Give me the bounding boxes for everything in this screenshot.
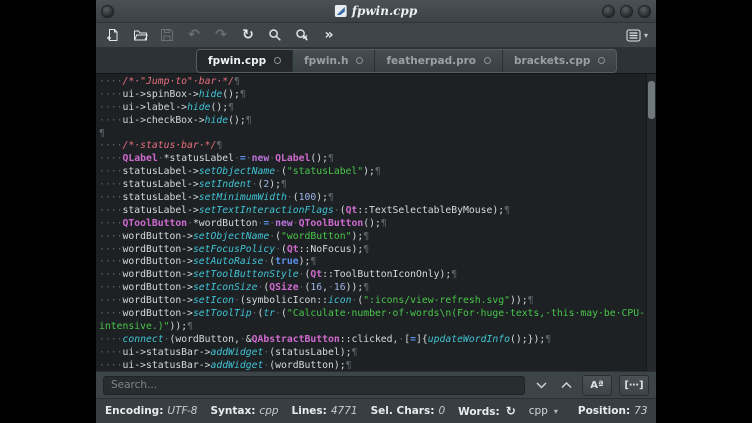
undo-icon[interactable]: ↶ bbox=[185, 26, 203, 44]
chevron-down-icon bbox=[536, 382, 547, 389]
search-icon[interactable] bbox=[266, 26, 284, 44]
tab-close-icon[interactable] bbox=[484, 57, 491, 64]
tab-label: featherpad.pro bbox=[386, 55, 476, 67]
code-line: ····wordButton->setIconSize·(QSize·(16,·… bbox=[99, 282, 646, 295]
tab-fpwin.h[interactable]: fpwin.h bbox=[293, 50, 375, 72]
status-value: 4771 bbox=[331, 405, 358, 417]
menu-dropdown-arrow-icon: ▾ bbox=[644, 31, 648, 40]
search-input[interactable] bbox=[103, 376, 525, 395]
code-line: ····ui->statusBar->addWidget·(wordButton… bbox=[99, 360, 646, 371]
scrollbar-thumb[interactable] bbox=[648, 81, 655, 119]
chevron-up-icon bbox=[561, 382, 572, 389]
code-line: ····statusLabel->setObjectName·("statusL… bbox=[99, 166, 646, 179]
whole-words-button[interactable]: [⋯] bbox=[619, 375, 649, 396]
position-value: 73 bbox=[634, 405, 647, 417]
window-title: fpwin.cpp bbox=[335, 0, 417, 22]
code-line: intensive.)"));¶ bbox=[99, 321, 646, 334]
toolbar: ↶ ↷ ↻ » ▾ bbox=[96, 23, 656, 47]
status-item: Sel. Chars:0 bbox=[371, 405, 446, 417]
featherpad-window: fpwin.cpp ↶ ↷ ↻ bbox=[96, 0, 656, 423]
status-value: cpp bbox=[259, 405, 278, 417]
status-bar: Encoding: UTF-8 Syntax: cpp Lines: 4771 Sel. C… bbox=[96, 398, 656, 423]
status-label: Encoding: bbox=[105, 405, 163, 417]
overflow-chevron-icon[interactable]: » bbox=[320, 26, 338, 44]
find-previous-button[interactable] bbox=[557, 377, 575, 393]
code-line: ····connect·(wordButton,·&QAbstractButto… bbox=[99, 334, 646, 347]
menu-button[interactable]: ▾ bbox=[626, 29, 648, 42]
status-label: Syntax: bbox=[210, 405, 255, 417]
status-item: Words: ↻ bbox=[458, 404, 516, 418]
close-button[interactable] bbox=[638, 5, 651, 18]
code-line: ····ui->statusBar->addWidget·(statusLabe… bbox=[99, 347, 646, 360]
status-item: Syntax: cpp bbox=[210, 405, 278, 417]
tab-label: brackets.cpp bbox=[514, 55, 590, 67]
code-line: ····wordButton->setObjectName·("wordButt… bbox=[99, 231, 646, 244]
code-line: ····ui->spinBox->hide();¶ bbox=[99, 89, 646, 102]
code-line: ····ui->checkBox->hide();¶ bbox=[99, 115, 646, 128]
match-case-button[interactable]: Aª bbox=[582, 375, 612, 396]
code-content[interactable]: ····/*·"Jump·to"·bar·*/¶····ui->spinBox-… bbox=[99, 76, 646, 371]
syntax-dropdown[interactable]: cpp ▾ bbox=[529, 405, 558, 417]
word-count-refresh-icon[interactable]: ↻ bbox=[506, 404, 516, 418]
maximize-button[interactable] bbox=[620, 5, 633, 18]
tab-featherpad.pro[interactable]: featherpad.pro bbox=[375, 50, 503, 72]
code-editor[interactable]: ····/*·"Jump·to"·bar·*/¶····ui->spinBox-… bbox=[96, 73, 656, 371]
minimize-button[interactable] bbox=[602, 5, 615, 18]
window-menu-button[interactable] bbox=[101, 5, 114, 18]
tab-close-icon[interactable] bbox=[356, 57, 363, 64]
status-value: 0 bbox=[438, 405, 445, 417]
tab-brackets.cpp[interactable]: brackets.cpp bbox=[503, 50, 616, 72]
titlebar: fpwin.cpp bbox=[96, 0, 656, 23]
status-label: Words: bbox=[458, 406, 500, 418]
dropdown-arrow-icon: ▾ bbox=[554, 407, 558, 416]
code-line: ····QLabel·*statusLabel·=·new·QLabel();¶ bbox=[99, 153, 646, 166]
open-file-icon[interactable] bbox=[131, 26, 149, 44]
tab-close-icon[interactable] bbox=[274, 57, 281, 64]
window-title-text: fpwin.cpp bbox=[352, 4, 417, 18]
position-indicator: Position: 73 bbox=[578, 405, 648, 417]
menu-icon bbox=[626, 29, 641, 42]
tab-close-icon[interactable] bbox=[598, 57, 605, 64]
code-line: ····wordButton->setToolButtonStyle·(Qt::… bbox=[99, 269, 646, 282]
tab-bar: fpwin.cpp fpwin.h featherpad.pro brackets.c… bbox=[96, 47, 656, 73]
redo-icon[interactable]: ↷ bbox=[212, 26, 230, 44]
code-line: ····wordButton->setAutoRaise·(true);¶ bbox=[99, 256, 646, 269]
code-line: ····wordButton->setIcon·(symbolicIcon::i… bbox=[99, 295, 646, 308]
code-line: ····/*·status·bar·*/¶ bbox=[99, 140, 646, 153]
code-line: ····ui->label->hide();¶ bbox=[99, 102, 646, 115]
code-line: ····QToolButton·*wordButton·=·new·QToolB… bbox=[99, 218, 646, 231]
status-item: Lines: 4771 bbox=[292, 405, 358, 417]
code-line: ····/*·"Jump·to"·bar·*/¶ bbox=[99, 76, 646, 89]
code-line: ····statusLabel->setTextInteractionFlags… bbox=[99, 205, 646, 218]
code-line: ····wordButton->setToolTip·(tr·("Calcula… bbox=[99, 308, 646, 321]
code-line: ····statusLabel->setMinimumWidth·(100);¶ bbox=[99, 192, 646, 205]
reload-icon[interactable]: ↻ bbox=[239, 26, 257, 44]
new-file-icon[interactable] bbox=[104, 26, 122, 44]
tab-fpwin.cpp[interactable]: fpwin.cpp bbox=[197, 50, 293, 72]
tab-strip: fpwin.cpp fpwin.h featherpad.pro brackets.c… bbox=[196, 49, 617, 73]
search-replace-icon[interactable] bbox=[293, 26, 311, 44]
vertical-scrollbar[interactable] bbox=[646, 74, 656, 371]
status-value: UTF-8 bbox=[167, 405, 197, 417]
code-line: ¶ bbox=[99, 128, 646, 141]
find-next-button[interactable] bbox=[532, 377, 550, 393]
syntax-dropdown-value: cpp bbox=[529, 405, 548, 417]
code-line: ····wordButton->setFocusPolicy·(Qt::NoFo… bbox=[99, 244, 646, 257]
position-label: Position: bbox=[578, 405, 630, 417]
code-line: ····statusLabel->setIndent·(2);¶ bbox=[99, 179, 646, 192]
tab-label: fpwin.cpp bbox=[208, 55, 266, 67]
featherpad-app-icon bbox=[335, 5, 347, 17]
save-icon[interactable] bbox=[158, 26, 176, 44]
tab-label: fpwin.h bbox=[304, 55, 348, 67]
status-item: Encoding: UTF-8 bbox=[105, 405, 197, 417]
search-bar: Aª [⋯] bbox=[96, 371, 656, 398]
status-label: Lines: bbox=[292, 405, 327, 417]
status-label: Sel. Chars: bbox=[371, 405, 435, 417]
